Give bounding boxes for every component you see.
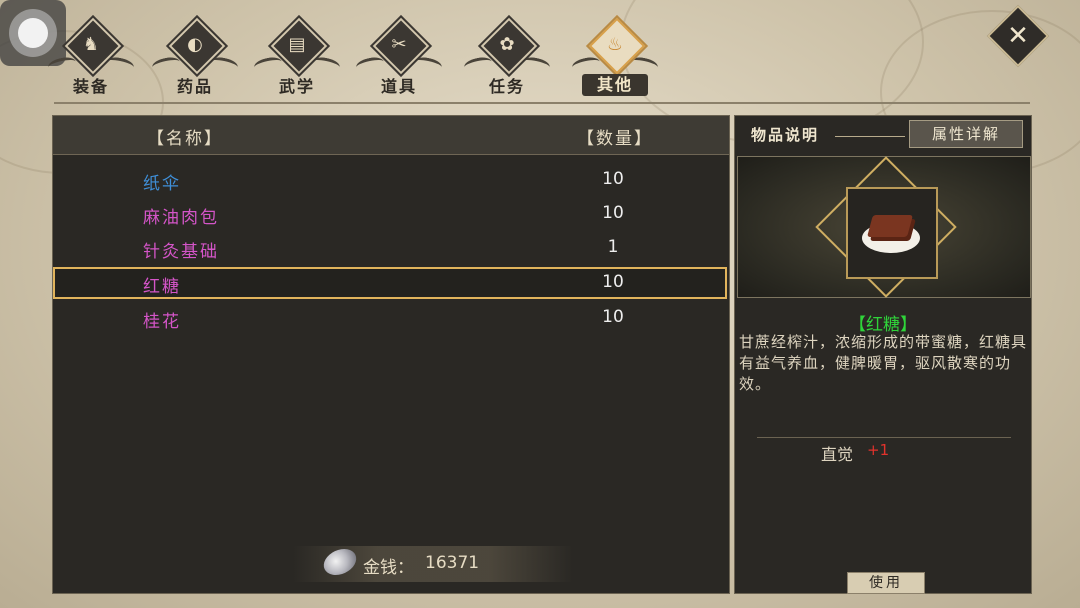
- tab-label: 任务: [488, 77, 525, 96]
- tab-divider: [835, 136, 905, 137]
- item-quantity: 10: [602, 307, 624, 327]
- gold-value: 16371: [425, 553, 480, 573]
- item-name: 麻油肉包: [143, 208, 219, 228]
- detail-item-description: 甘蔗经榨汁，浓缩形成的带蜜糖，红糖具有益气养血，健脾暖胃，驱风散寒的功效。: [739, 333, 1028, 393]
- tab-wing: [520, 55, 552, 74]
- tab-wing: [104, 55, 136, 74]
- tab-other[interactable]: ♨ 其他: [570, 14, 660, 98]
- list-item[interactable]: 针灸基础 1: [53, 232, 729, 264]
- tab-equipment[interactable]: ♞ 装备: [46, 14, 136, 98]
- list-item[interactable]: 纸伞 10: [53, 164, 729, 196]
- tab-wing: [310, 55, 342, 74]
- brown-sugar-icon: [867, 215, 913, 237]
- header-divider: [54, 102, 1030, 104]
- tab-item-description[interactable]: 物品说明: [751, 124, 819, 145]
- header-name: 【名称】: [147, 129, 223, 149]
- tab-medicine[interactable]: ◐ 药品: [150, 14, 240, 98]
- header-quantity: 【数量】: [577, 129, 653, 149]
- list-item-selected[interactable]: 红糖 10: [53, 267, 727, 299]
- tab-label: 其他: [582, 74, 648, 96]
- tab-wing: [628, 55, 660, 74]
- item-list-panel: 【名称】 【数量】 纸伞 10 麻油肉包 10 针灸基础 1 红糖 10 桂花 …: [52, 115, 730, 594]
- tab-label: 装备: [72, 77, 109, 96]
- item-quantity: 10: [602, 169, 624, 189]
- quest-icon: ✿: [499, 34, 515, 55]
- item-quantity: 10: [602, 272, 624, 292]
- item-name: 针灸基础: [143, 242, 219, 262]
- item-name: 桂花: [143, 312, 181, 332]
- tab-label: 药品: [176, 77, 213, 96]
- item-name: 红糖: [143, 277, 181, 297]
- armor-icon: ♞: [82, 34, 100, 55]
- item-preview-frame: [737, 156, 1031, 298]
- tab-quest[interactable]: ✿ 任务: [462, 14, 552, 98]
- tab-wing: [412, 55, 444, 74]
- item-detail-panel: 物品说明 属性详解 【红糖】 甘蔗经榨汁，浓缩形成的带蜜糖，红糖具有益气养血，健…: [734, 115, 1032, 594]
- list-header: 【名称】 【数量】: [53, 116, 729, 155]
- tab-wing: [208, 55, 240, 74]
- list-item[interactable]: 桂花 10: [53, 302, 729, 334]
- flame-icon: ♨: [606, 34, 624, 55]
- assist-dot: [18, 18, 48, 48]
- item-name: 纸伞: [143, 174, 181, 194]
- tools-icon: ✂: [391, 34, 407, 55]
- attribute-name: 直觉: [821, 445, 854, 464]
- item-icon-box: [846, 187, 938, 279]
- tab-attribute-details[interactable]: 属性详解: [909, 120, 1023, 148]
- book-icon: ▤: [288, 34, 306, 55]
- item-quantity: 1: [607, 237, 619, 257]
- gold-label: 金钱：: [363, 558, 414, 578]
- tab-props[interactable]: ✂ 道具: [354, 14, 444, 98]
- list-item[interactable]: 麻油肉包 10: [53, 198, 729, 230]
- close-icon[interactable]: ✕: [996, 14, 1040, 58]
- tab-martial-arts[interactable]: ▤ 武学: [252, 14, 342, 98]
- medicine-icon: ◐: [187, 34, 203, 55]
- item-quantity: 10: [602, 203, 624, 223]
- tab-label: 武学: [278, 77, 315, 96]
- attribute-divider: [757, 437, 1011, 438]
- use-button[interactable]: 使用: [847, 572, 925, 594]
- tab-label: 道具: [380, 77, 417, 96]
- attribute-value: +1: [867, 441, 890, 459]
